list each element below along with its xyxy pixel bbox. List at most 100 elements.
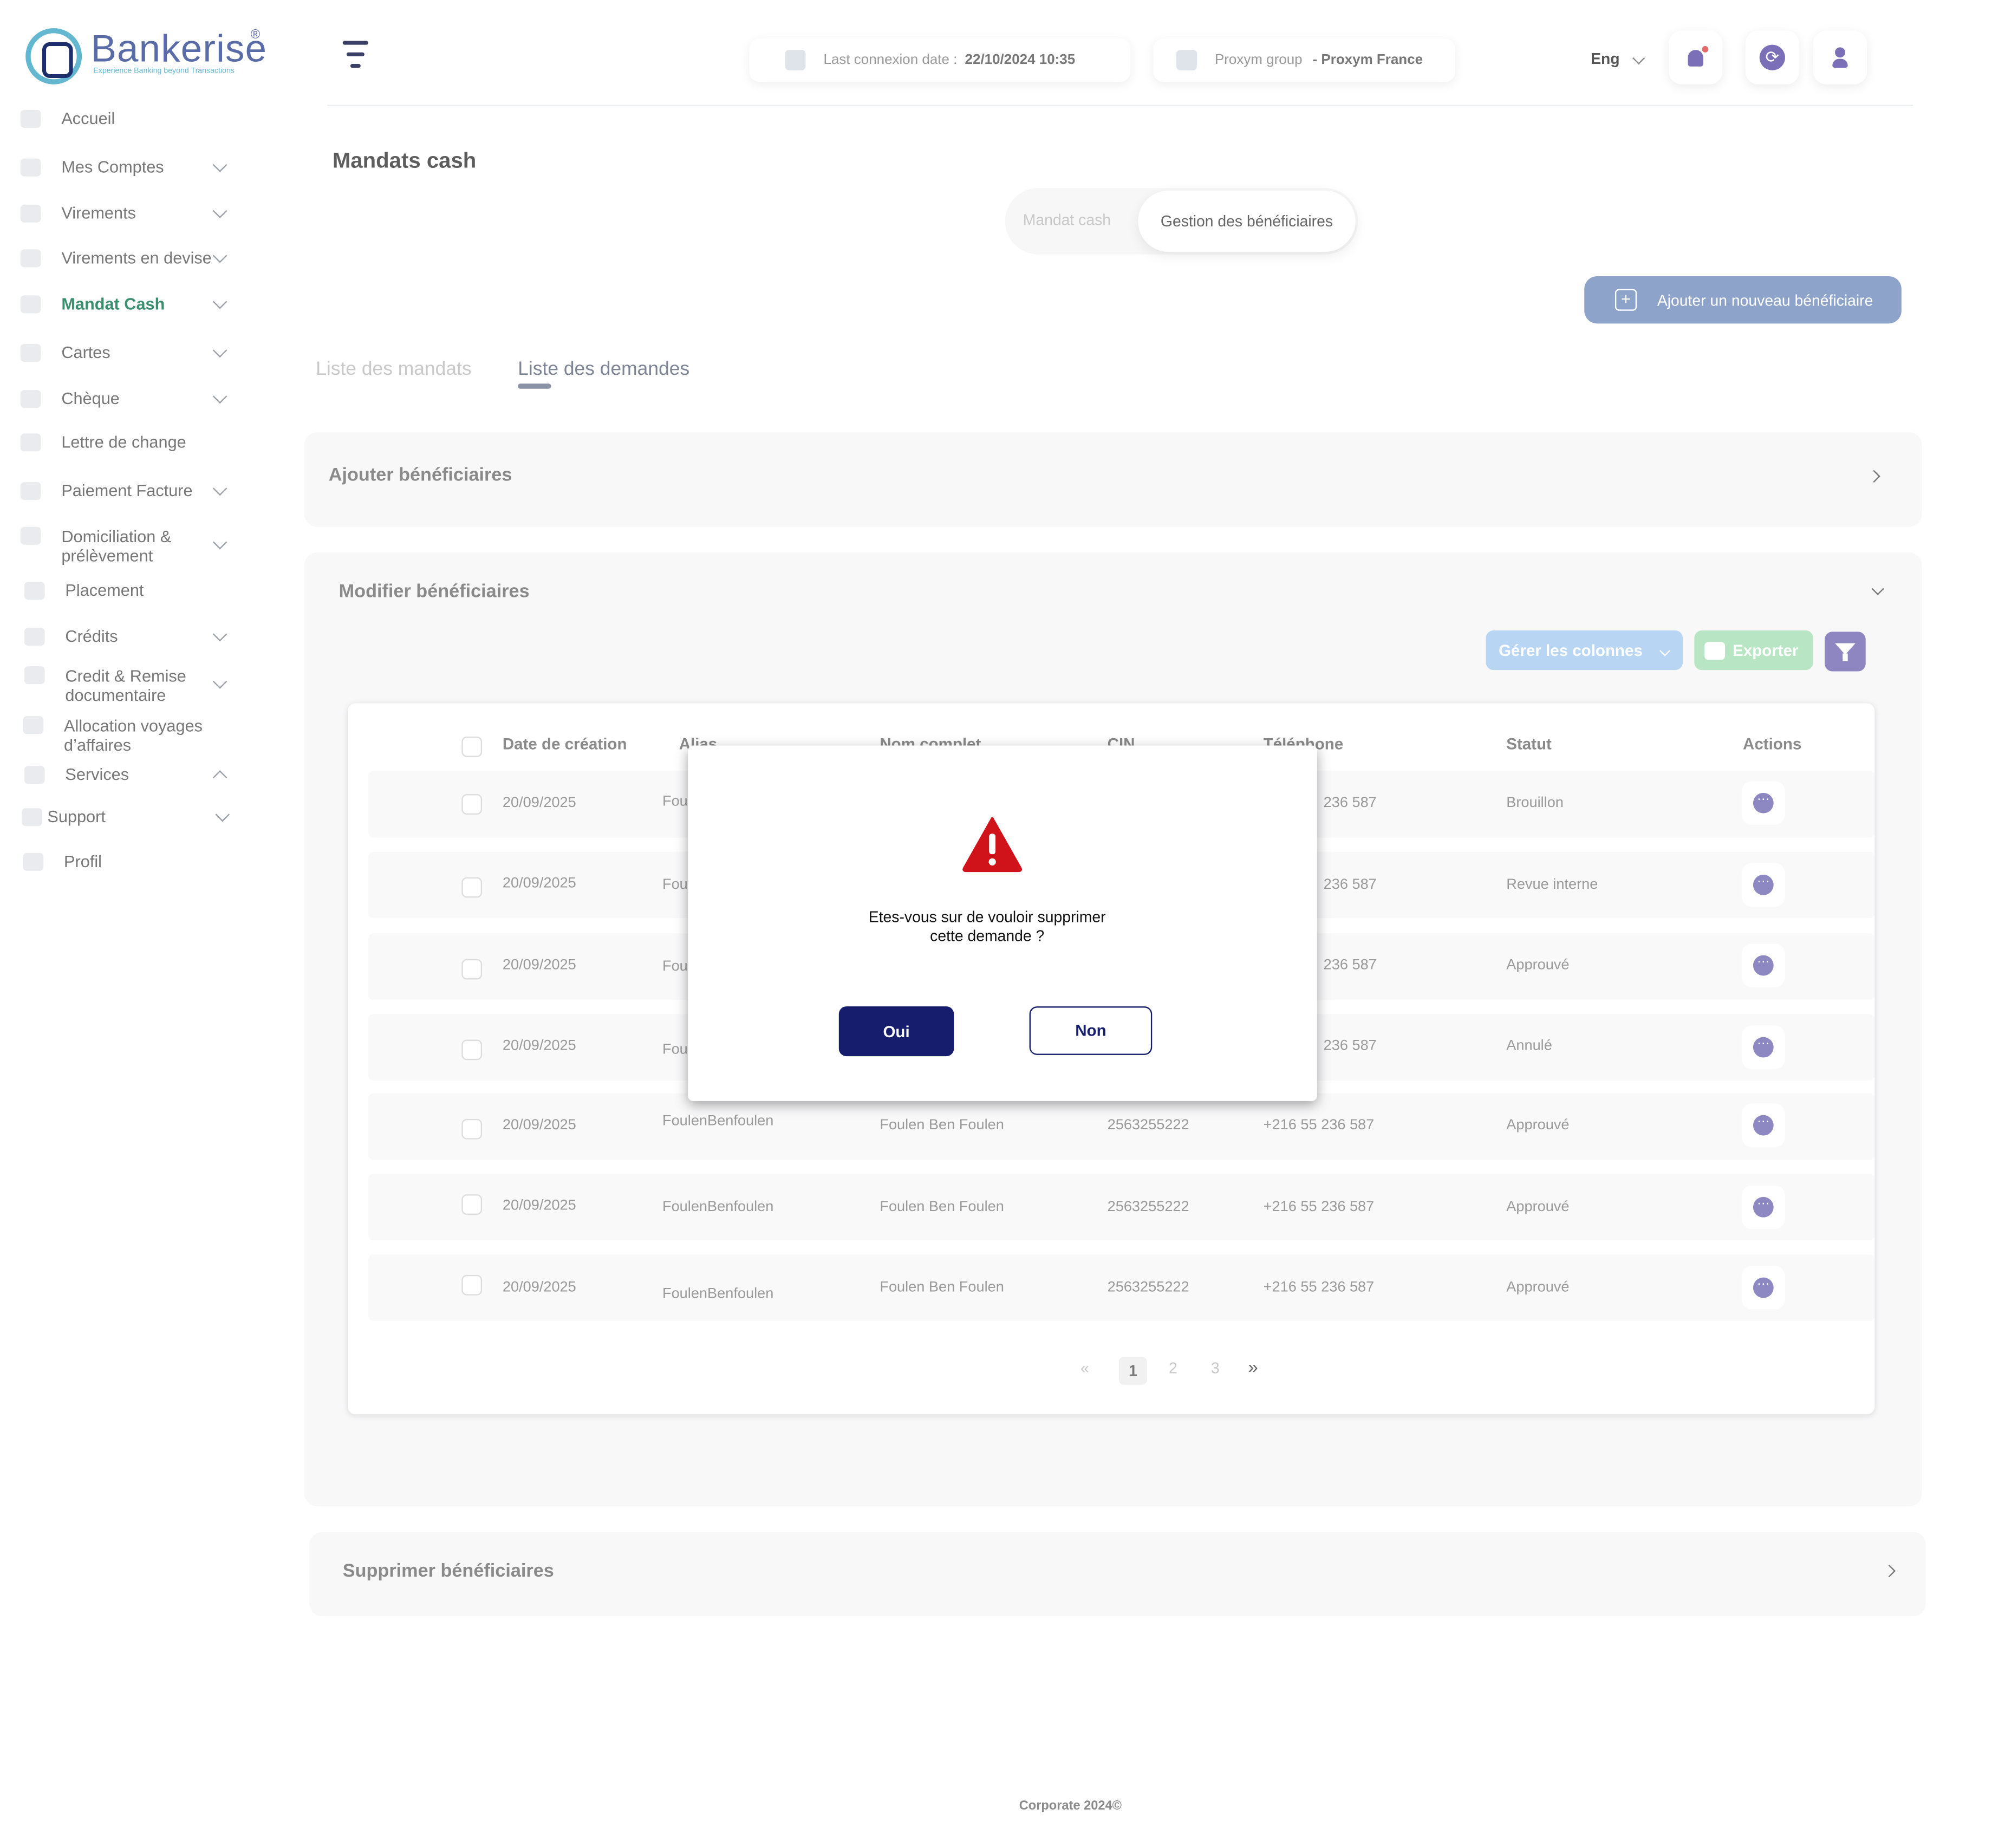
sidebar-item-support[interactable]: Support: [22, 807, 233, 826]
more-icon: ···: [1753, 955, 1774, 976]
pagination-page-2[interactable]: 2: [1169, 1359, 1177, 1377]
row-actions-button[interactable]: ···: [1741, 943, 1785, 987]
sidebar-item-credits[interactable]: Crédits: [24, 627, 238, 646]
chevron-down-icon: [212, 535, 227, 550]
confirm-yes-button[interactable]: Oui: [838, 1006, 954, 1057]
sidebar-item-mandat-cash[interactable]: Mandat Cash: [20, 294, 238, 314]
sidebar-item-label: Chèque: [61, 388, 120, 408]
transfer-icon: [20, 204, 41, 222]
user-icon: [1832, 47, 1848, 68]
add-beneficiary-button[interactable]: + Ajouter un nouveau bénéficiaire: [1584, 276, 1902, 324]
cell-statut: Revue interne: [1506, 877, 1598, 893]
toggle-mandat-cash[interactable]: Mandat cash: [1023, 211, 1111, 229]
row-checkbox[interactable]: [461, 794, 483, 815]
pagination-page-1[interactable]: 1: [1118, 1357, 1147, 1385]
row-actions-button[interactable]: ···: [1741, 1103, 1785, 1147]
pagination-prev[interactable]: «: [1080, 1359, 1089, 1377]
more-icon: ···: [1753, 792, 1774, 814]
manage-columns-button[interactable]: Gérer les colonnes: [1486, 630, 1683, 671]
chevron-down-icon: [212, 204, 227, 218]
row-checkbox[interactable]: [461, 959, 483, 980]
cell-date: 20/09/2025: [502, 1038, 576, 1054]
row-checkbox[interactable]: [461, 1039, 483, 1060]
panel-ajouter-beneficiaires[interactable]: [304, 432, 1922, 527]
confirm-no-button[interactable]: Non: [1029, 1006, 1153, 1055]
more-icon: ···: [1753, 1277, 1774, 1298]
sync-icon: ⟳: [1759, 44, 1785, 70]
sidebar-item-virements-devise[interactable]: Virements en devise: [20, 248, 238, 268]
export-button[interactable]: Exporter: [1694, 630, 1813, 671]
cell-cin: 2563255222: [1107, 1199, 1189, 1215]
column-header-statut[interactable]: Statut: [1506, 736, 1552, 753]
sidebar-item-label: Virements en devise: [61, 248, 212, 268]
group-label: Proxym group: [1214, 52, 1303, 68]
pagination-next[interactable]: »: [1248, 1357, 1258, 1377]
cell-alias: Fou: [662, 959, 688, 975]
cell-alias: FoulenBenfoulen: [662, 1286, 774, 1302]
row-actions-button[interactable]: ···: [1741, 1025, 1785, 1069]
sidebar-item-paiement-facture[interactable]: Paiement Facture: [20, 481, 238, 500]
row-actions-button[interactable]: ···: [1741, 1266, 1785, 1310]
sidebar-item-allocation[interactable]: Allocation voyages d’affaires: [23, 716, 240, 754]
column-header-date[interactable]: Date de création: [503, 736, 627, 753]
row-actions-button[interactable]: ···: [1741, 863, 1785, 907]
tab-liste-demandes[interactable]: Liste des demandes: [518, 358, 689, 380]
cell-date: 20/09/2025: [502, 1280, 576, 1296]
panel-title-modifier: Modifier bénéficiaires: [338, 582, 530, 603]
switch-account-button[interactable]: ⟳: [1745, 30, 1799, 84]
sidebar-item-label: Allocation voyages d’affaires: [64, 716, 203, 754]
row-actions-button[interactable]: ···: [1741, 781, 1785, 825]
sidebar-item-profil[interactable]: Profil: [23, 851, 240, 871]
sidebar-item-cartes[interactable]: Cartes: [20, 343, 238, 362]
cell-alias: FoulenBenfoulen: [662, 1114, 774, 1129]
sidebar-item-credit-remise[interactable]: Credit & Remise documentaire: [24, 666, 238, 705]
sidebar-item-domiciliation[interactable]: Domiciliation & prélèvement: [20, 526, 238, 565]
sidebar-item-mes-comptes[interactable]: Mes Comptes: [20, 157, 238, 177]
pagination-page-3[interactable]: 3: [1211, 1359, 1220, 1377]
language-select[interactable]: Eng: [1591, 50, 1620, 68]
row-actions-button[interactable]: ···: [1741, 1185, 1785, 1229]
cell-date: 20/09/2025: [502, 958, 576, 973]
export-label: Exporter: [1733, 641, 1799, 660]
select-all-checkbox[interactable]: [461, 736, 483, 757]
sidebar-item-virements[interactable]: Virements: [20, 203, 238, 223]
row-checkbox[interactable]: [461, 877, 483, 898]
more-icon: ···: [1753, 1196, 1774, 1218]
chart-icon: [24, 581, 45, 600]
cell-telephone: +216 55 236 587: [1263, 1280, 1375, 1296]
chevron-down-icon: [212, 389, 227, 404]
sidebar-item-placement[interactable]: Placement: [24, 581, 242, 600]
sidebar-item-services[interactable]: Services: [24, 765, 238, 785]
cell-statut: Brouillon: [1506, 795, 1564, 811]
toggle-gestion-beneficiaires[interactable]: Gestion des bénéficiaires: [1138, 190, 1356, 252]
mail-icon: [20, 526, 41, 545]
page-title: Mandats cash: [332, 148, 477, 173]
row-checkbox[interactable]: [461, 1118, 483, 1140]
cell-nom: Foulen Ben Foulen: [880, 1199, 1004, 1215]
bell-icon: [1688, 45, 1709, 66]
sidebar-item-cheque[interactable]: Chèque: [20, 388, 238, 408]
row-checkbox[interactable]: [461, 1194, 483, 1215]
notifications-button[interactable]: [1669, 30, 1723, 84]
chevron-down-icon: [212, 627, 227, 642]
sidebar-item-label: Mandat Cash: [61, 294, 165, 314]
cell-cin: 2563255222: [1107, 1280, 1189, 1296]
sidebar-item-accueil[interactable]: Accueil: [20, 109, 238, 128]
more-icon: ···: [1753, 1115, 1774, 1136]
column-header-actions: Actions: [1743, 735, 1802, 753]
card-icon: [20, 343, 41, 361]
cell-nom: Foulen Ben Foulen: [880, 1117, 1004, 1133]
menu-icon[interactable]: [342, 41, 368, 76]
sidebar-item-lettre-change[interactable]: Lettre de change: [20, 432, 238, 451]
chevron-down-icon: [1632, 51, 1645, 65]
tab-liste-mandats[interactable]: Liste des mandats: [316, 358, 471, 380]
filter-button[interactable]: [1825, 632, 1866, 672]
mail-icon: [23, 716, 44, 734]
profile-button[interactable]: [1813, 30, 1867, 84]
sidebar-item-label: Profil: [64, 851, 102, 871]
cell-date: 20/09/2025: [502, 795, 576, 811]
cell-nom: Foulen Ben Foulen: [880, 1280, 1004, 1296]
row-checkbox[interactable]: [461, 1274, 483, 1296]
cell-statut: Approuvé: [1506, 1117, 1570, 1133]
panel-title-ajouter: Ajouter bénéficiaires: [328, 465, 512, 486]
